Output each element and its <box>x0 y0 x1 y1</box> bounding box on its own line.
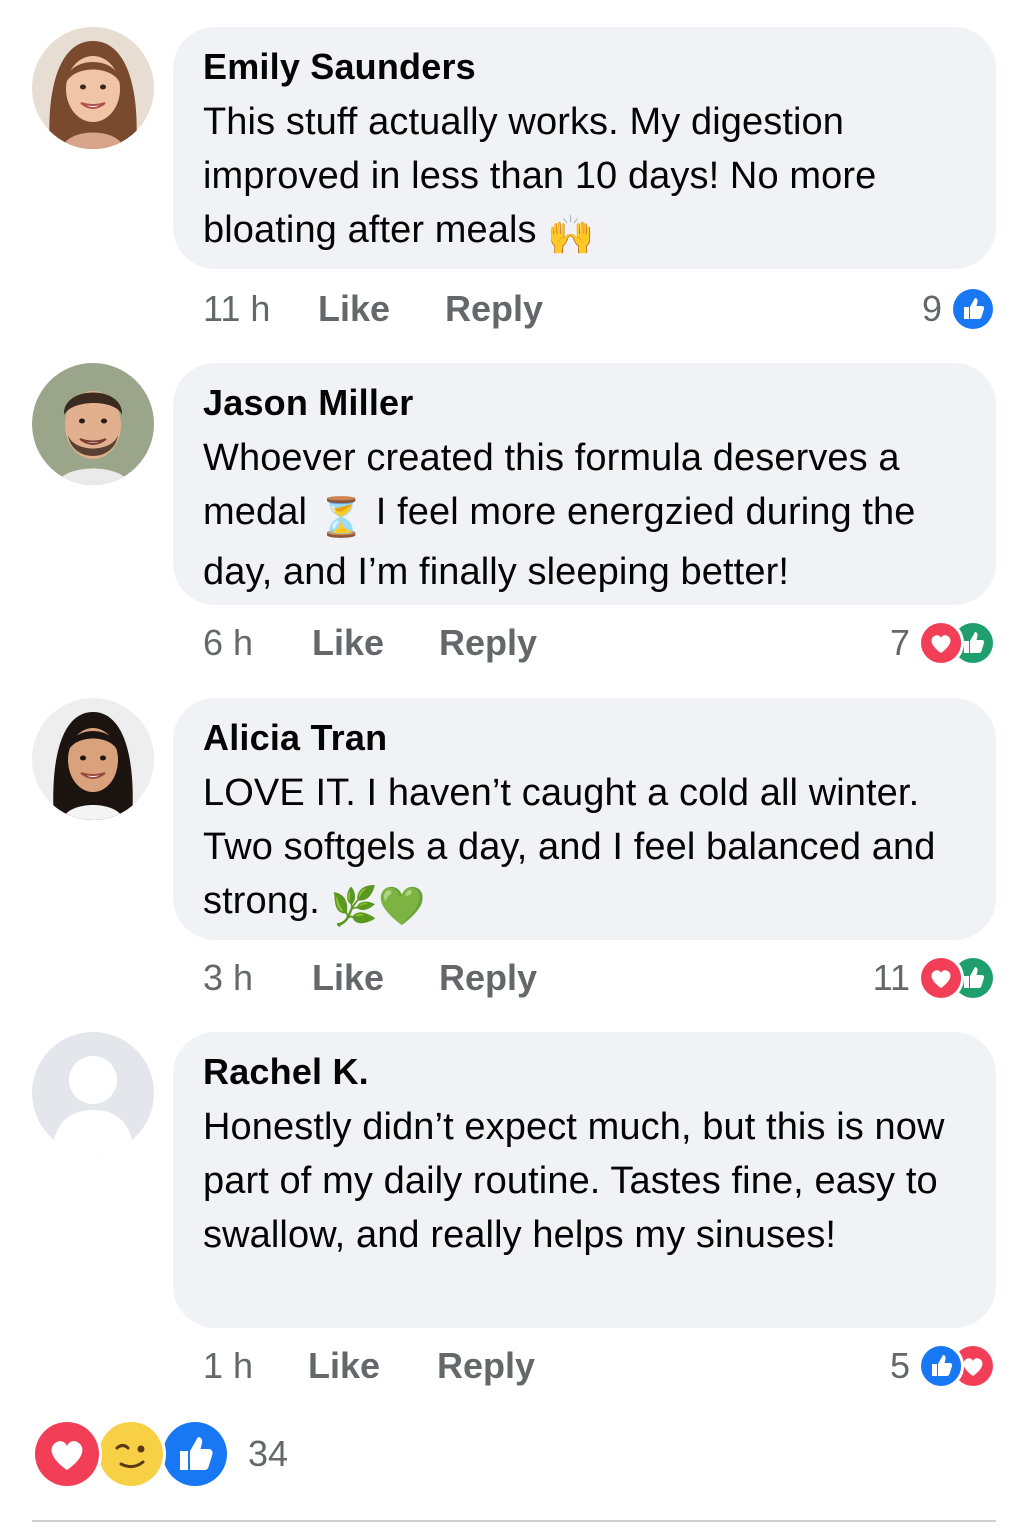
comment-time[interactable]: 3 h <box>203 952 253 1004</box>
like-icon <box>918 1343 964 1389</box>
like-button[interactable]: Like <box>312 617 384 669</box>
reply-button[interactable]: Reply <box>445 283 543 335</box>
love-icon <box>918 955 964 1001</box>
love-icon <box>32 1419 102 1489</box>
reply-button[interactable]: Reply <box>437 1340 535 1392</box>
like-button[interactable]: Like <box>312 952 384 1004</box>
reaction-count: 7 <box>889 622 910 663</box>
avatar-jason[interactable] <box>32 363 154 485</box>
comment-author[interactable]: Jason Miller <box>203 381 970 425</box>
reaction-count: 11 <box>872 957 910 998</box>
reaction-summary[interactable]: 7 <box>890 617 996 669</box>
herb-green-heart-emoji: 🌿💚 <box>330 886 426 928</box>
avatar-emily[interactable] <box>32 27 154 149</box>
comment-author[interactable]: Emily Saunders <box>203 45 970 89</box>
comment-actions: 3 h Like Reply 11 <box>203 952 996 1004</box>
comment-actions: 1 h Like Reply 5 <box>203 1340 996 1392</box>
reaction-summary[interactable]: 5 <box>890 1340 996 1392</box>
reaction-count: 9 <box>921 288 942 329</box>
comment-text-body: This stuff actually works. My digestion … <box>203 101 877 251</box>
raised-hands-emoji: 🙌 <box>547 215 595 257</box>
comment-author[interactable]: Rachel K. <box>203 1050 970 1094</box>
comment-text-body: I feel more energzied during the day, an… <box>203 491 916 593</box>
comment-actions: 6 h Like Reply 7 <box>203 617 996 669</box>
like-icon <box>950 286 996 332</box>
comment-actions: 11 h Like Reply 9 <box>203 283 996 335</box>
comment-bubble: Alicia Tran LOVE IT. I haven’t caught a … <box>173 698 996 940</box>
reaction-count: 5 <box>889 1345 910 1386</box>
love-icon <box>918 620 964 666</box>
reaction-summary[interactable]: 11 <box>873 952 996 1004</box>
reply-button[interactable]: Reply <box>439 617 537 669</box>
like-icon <box>160 1419 230 1489</box>
divider <box>32 1520 996 1522</box>
comment-author[interactable]: Alicia Tran <box>203 716 970 760</box>
like-button[interactable]: Like <box>318 283 390 335</box>
comment-text-body: LOVE IT. I haven’t caught a cold all win… <box>203 772 936 922</box>
wink-icon <box>96 1419 166 1489</box>
like-button[interactable]: Like <box>308 1340 380 1392</box>
avatar-placeholder[interactable] <box>32 1032 154 1154</box>
comment-bubble: Jason Miller Whoever created this formul… <box>173 363 996 605</box>
reaction-summary[interactable]: 9 <box>922 283 996 335</box>
comment-bubble: Rachel K. Honestly didn’t expect much, b… <box>173 1032 996 1328</box>
reaction-total: 34 <box>248 1433 289 1474</box>
comment-bubble: Emily Saunders This stuff actually works… <box>173 27 996 269</box>
avatar-alicia[interactable] <box>32 698 154 820</box>
comment-time[interactable]: 1 h <box>203 1340 253 1392</box>
post-reaction-summary[interactable]: 34 <box>32 1418 288 1490</box>
comment-text: Honestly didn’t expect much, but this is… <box>203 1106 945 1256</box>
comment-time[interactable]: 6 h <box>203 617 253 669</box>
comment-text: LOVE IT. I haven’t caught a cold all win… <box>203 766 970 934</box>
comment-text: This stuff actually works. My digestion … <box>203 95 970 263</box>
hourglass-emoji: ⏳ <box>317 497 366 539</box>
comment-text: Whoever created this formula deserves a … <box>203 431 970 599</box>
comment-time[interactable]: 11 h <box>203 283 270 335</box>
reply-button[interactable]: Reply <box>439 952 537 1004</box>
